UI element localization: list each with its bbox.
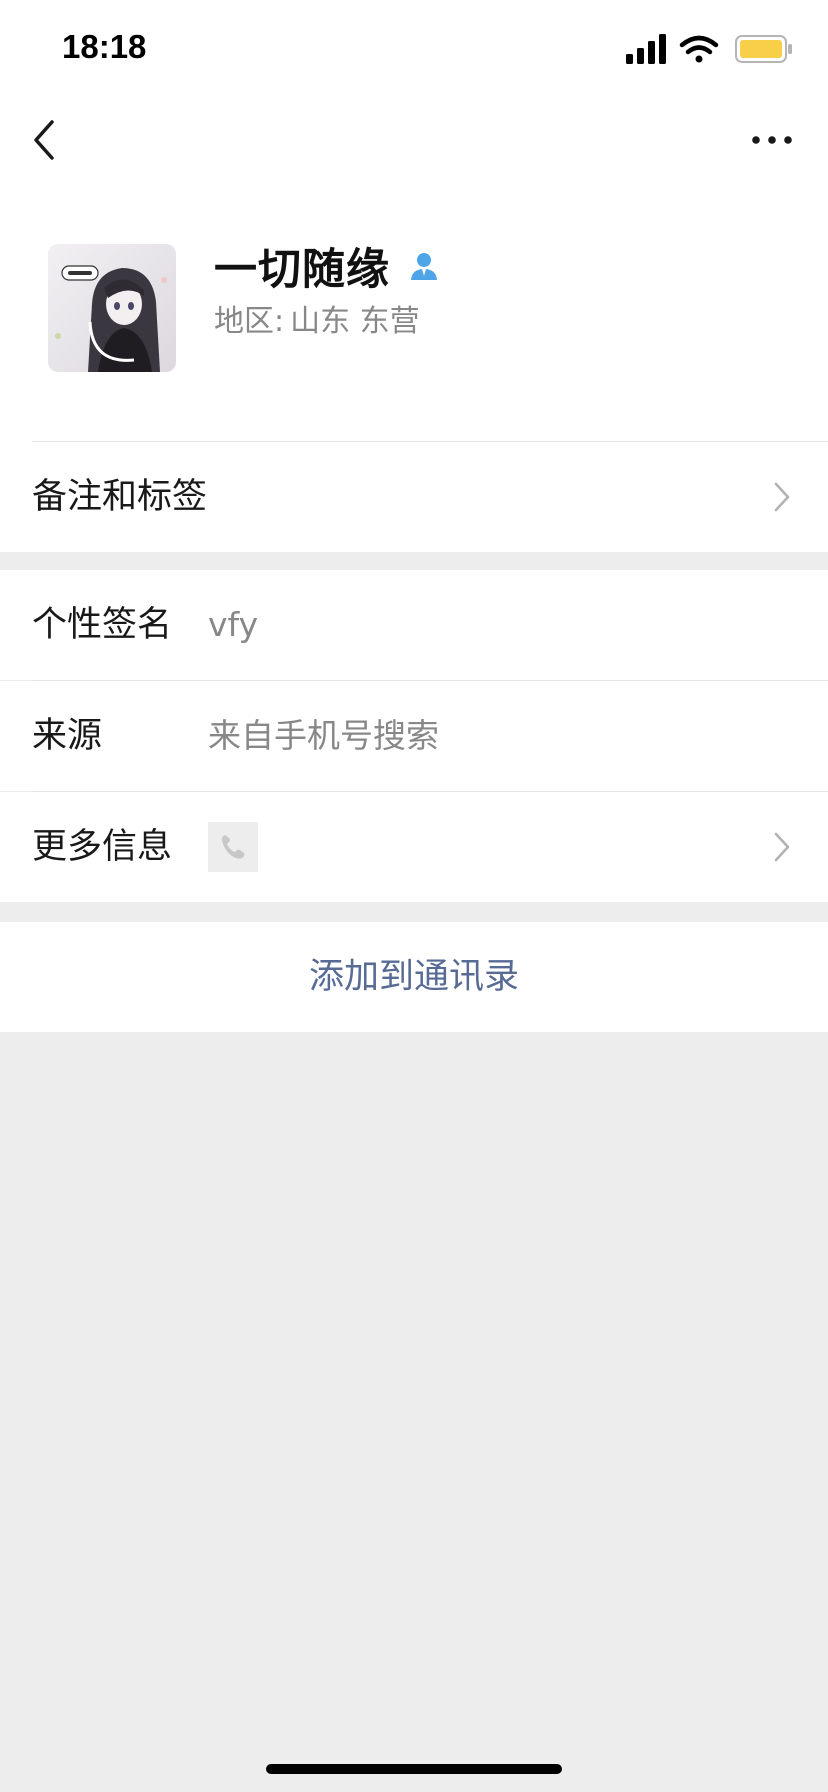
- add-contact-button[interactable]: 添加到通讯录: [0, 922, 828, 1032]
- phone-badge: [208, 822, 258, 872]
- male-user-icon: [411, 253, 437, 280]
- more-dots-icon: [752, 136, 792, 144]
- more-info-label: 更多信息: [32, 827, 173, 867]
- anime-avatar-icon: [48, 244, 176, 372]
- region-row: 地区: 山东 东营: [214, 296, 420, 340]
- signature-value: vfy: [208, 605, 259, 644]
- nav-bar: [0, 96, 828, 186]
- more-button[interactable]: [746, 118, 798, 162]
- source-label: 来源: [32, 716, 103, 756]
- chevron-left-icon: [34, 120, 54, 160]
- signal-icon: [626, 34, 666, 64]
- home-indicator[interactable]: [266, 1764, 562, 1774]
- profile-header: 一切随缘 地区: 山东 东营: [0, 186, 828, 442]
- source-row: 来源 来自手机号搜索: [0, 681, 828, 791]
- status-time: 18:18: [62, 28, 147, 65]
- profile-name: 一切随缘: [214, 245, 390, 295]
- region-label: 地区:: [214, 304, 285, 339]
- status-bar: 18:18: [0, 0, 828, 96]
- signature-label: 个性签名: [32, 605, 173, 645]
- remark-tags-label: 备注和标签: [32, 477, 208, 517]
- status-icons: [626, 34, 796, 66]
- add-contact-section: 添加到通讯录: [0, 922, 828, 1032]
- avatar[interactable]: [48, 244, 176, 372]
- chevron-right-icon: [774, 482, 790, 512]
- back-button[interactable]: [24, 114, 72, 166]
- wifi-icon: [679, 35, 719, 63]
- region-value: 山东 东营: [290, 304, 420, 339]
- more-info-row[interactable]: 更多信息: [0, 792, 828, 902]
- source-value: 来自手机号搜索: [208, 716, 439, 755]
- battery-icon: [735, 35, 792, 63]
- remark-tags-row[interactable]: 备注和标签: [0, 442, 828, 552]
- phone-icon: [222, 835, 245, 859]
- chevron-right-icon: [774, 832, 790, 862]
- signature-row: 个性签名 vfy: [0, 570, 828, 680]
- name-row: 一切随缘: [214, 236, 440, 296]
